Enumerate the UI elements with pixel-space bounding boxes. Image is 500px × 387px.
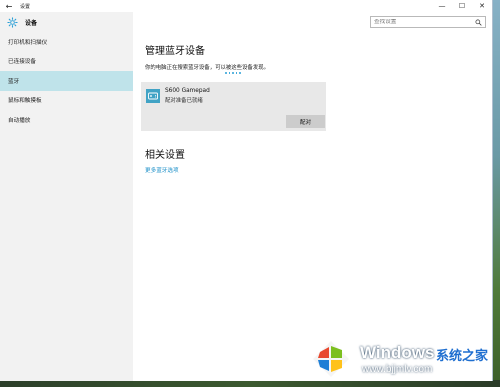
progress-dot [235, 72, 238, 74]
device-card[interactable]: S600 Gamepad 配对准备已就绪 配对 [141, 82, 326, 131]
sidebar-item-label: 打印机和扫描仪 [8, 39, 48, 46]
page-title: 管理蓝牙设备 [145, 46, 205, 57]
device-name: S600 Gamepad [165, 88, 210, 94]
desktop-strip-right [492, 0, 500, 387]
device-status: 配对准备已就绪 [165, 98, 203, 104]
sidebar-item-connected-devices[interactable]: 已连接设备 [0, 52, 133, 72]
arrow-left-icon: ← [5, 1, 13, 11]
search-progress-indicator [225, 72, 241, 74]
watermark-windows-text: Windows [360, 343, 435, 362]
windows-logo-icon [313, 341, 349, 377]
more-bluetooth-options-link[interactable]: 更多蓝牙选项 [145, 166, 179, 174]
page-description: 你的电脑正在搜索蓝牙设备，可以被这些设备发现。 [145, 65, 269, 71]
watermark: Windows 系统之家 www.bjjmlv.com [308, 334, 496, 384]
maximize-button[interactable]: ☐ [452, 0, 472, 12]
watermark-brand-text: 系统之家 [436, 349, 489, 364]
sidebar-item-autoplay[interactable]: 自动播放 [0, 110, 133, 130]
progress-dot [232, 72, 234, 74]
progress-dot [239, 72, 241, 74]
sidebar: 设备 打印机和扫描仪 已连接设备 蓝牙 鼠标和触摸板 自动播放 [0, 12, 133, 381]
sidebar-item-printers[interactable]: 打印机和扫描仪 [0, 32, 133, 52]
progress-dot [228, 72, 231, 74]
maximize-icon: ☐ [458, 2, 466, 10]
settings-window: ← 设置 — ☐ ✕ 设备 打印机和扫描仪 已连接设备 蓝牙 鼠标和触摸板 自动… [0, 0, 493, 381]
title-bar: ← 设置 — ☐ ✕ [0, 0, 492, 12]
close-button[interactable]: ✕ [472, 0, 492, 12]
watermark-url: www.bjjmlv.com [362, 364, 433, 375]
close-icon: ✕ [479, 2, 485, 10]
sidebar-header: 设备 [0, 12, 133, 32]
progress-dot [225, 72, 227, 74]
gamepad-icon [146, 89, 160, 103]
pair-button[interactable]: 配对 [286, 115, 325, 128]
minimize-icon: — [438, 2, 446, 10]
back-button[interactable]: ← [0, 0, 18, 12]
sidebar-item-label: 已连接设备 [8, 59, 36, 66]
sidebar-item-label: 鼠标和触摸板 [8, 98, 42, 105]
window-controls: — ☐ ✕ [432, 0, 492, 12]
sidebar-item-bluetooth[interactable]: 蓝牙 [0, 71, 133, 91]
sidebar-item-label: 自动播放 [8, 117, 31, 124]
window-title: 设置 [20, 3, 31, 10]
minimize-button[interactable]: — [432, 0, 452, 12]
sidebar-item-mouse-touchpad[interactable]: 鼠标和触摸板 [0, 91, 133, 111]
sidebar-item-label: 蓝牙 [8, 78, 20, 85]
gear-icon [7, 16, 18, 28]
related-settings-heading: 相关设置 [145, 150, 185, 161]
sidebar-title: 设备 [25, 19, 38, 27]
main-content: 管理蓝牙设备 你的电脑正在搜索蓝牙设备，可以被这些设备发现。 S600 Game… [133, 12, 493, 381]
